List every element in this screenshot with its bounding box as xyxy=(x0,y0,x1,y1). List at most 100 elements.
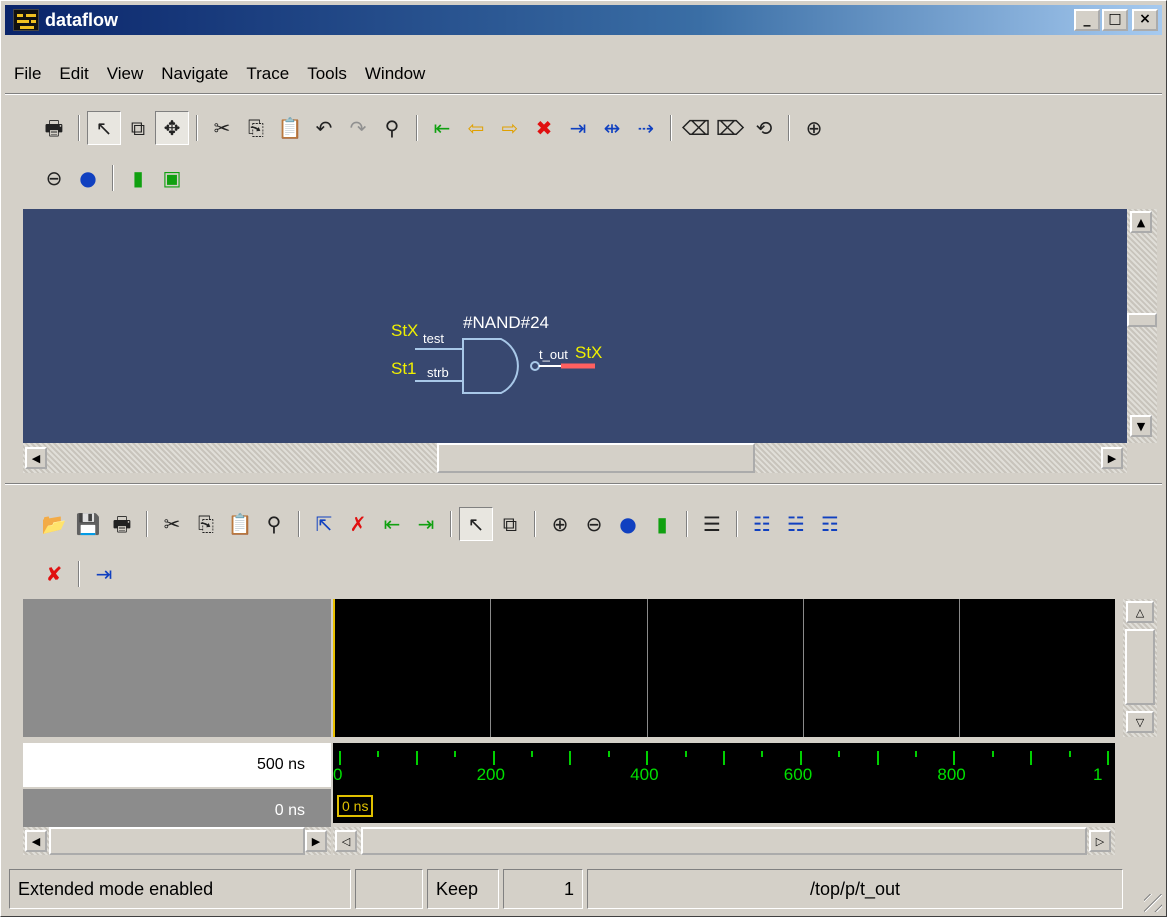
print-icon[interactable]: 🖶 xyxy=(37,111,71,145)
cut-icon[interactable]: ✂ xyxy=(205,111,239,145)
window-title: dataflow xyxy=(45,9,119,30)
erase-selected-icon[interactable]: ⌫ xyxy=(679,111,713,145)
stop-light-icon[interactable]: ▮ xyxy=(121,161,155,195)
cursor-time-tag[interactable]: 0 ns xyxy=(337,795,374,817)
cursor-row[interactable]: 0 ns xyxy=(333,789,1115,823)
wave-scroll-up-icon[interactable]: △ xyxy=(1126,601,1154,623)
menu-navigate[interactable]: Navigate xyxy=(152,64,237,84)
ruler-tick xyxy=(377,751,380,757)
time-ruler[interactable]: 0 200 400 600 800 1 xyxy=(333,743,1115,789)
ruler-label: 800 xyxy=(937,765,966,784)
wave-horizontal-scrollbar[interactable]: ◁ ▷ xyxy=(333,827,1115,855)
save-icon[interactable]: 💾 xyxy=(71,507,105,541)
names-hscroll-thumb[interactable] xyxy=(49,827,305,855)
zoom-box-icon[interactable]: ⧉ xyxy=(121,111,155,145)
wave-display-pane[interactable] xyxy=(333,599,1115,737)
wave-scroll-left-icon[interactable]: ◁ xyxy=(335,830,357,852)
wave-zoom-out-icon[interactable]: ⊖ xyxy=(577,507,611,541)
pan-icon[interactable]: ✥ xyxy=(155,111,189,145)
erase-highlight-icon[interactable]: ⌦ xyxy=(713,111,747,145)
output-name: t_out xyxy=(539,347,568,362)
menu-trace[interactable]: Trace xyxy=(237,64,298,84)
menu-file[interactable]: File xyxy=(5,64,50,84)
wave-vscroll-thumb[interactable] xyxy=(1125,629,1155,705)
zoom-cursor-icon[interactable]: ▮ xyxy=(645,507,679,541)
wave-paste-icon[interactable]: 📋 xyxy=(223,507,257,541)
ruler-tick xyxy=(1107,751,1109,765)
title-bar[interactable]: dataflow _ □ × xyxy=(5,5,1162,35)
wave-signal-names-pane[interactable] xyxy=(23,599,331,737)
menu-edit[interactable]: Edit xyxy=(50,64,97,84)
wave-copy-icon[interactable]: ⎘ xyxy=(189,507,223,541)
status-blank xyxy=(355,869,423,909)
ruler-tick xyxy=(991,751,994,757)
previous-transition-icon[interactable]: ⇤ xyxy=(375,507,409,541)
find-last-icon[interactable]: ☶ xyxy=(813,507,847,541)
copy-icon[interactable]: ⎘ xyxy=(239,111,273,145)
menu-tools[interactable]: Tools xyxy=(298,64,356,84)
select-arrow-icon[interactable]: ↖ xyxy=(87,111,121,145)
trace-input-icon[interactable]: ⇤ xyxy=(425,111,459,145)
menu-view[interactable]: View xyxy=(98,64,153,84)
show-wave-icon[interactable]: ▣ xyxy=(155,161,189,195)
wave-cut-icon[interactable]: ✂ xyxy=(155,507,189,541)
zoom-out-icon[interactable]: ⊖ xyxy=(37,161,71,195)
names-scroll-right-icon[interactable]: ▶ xyxy=(305,830,327,852)
dataflow-canvas[interactable]: StX test #NAND#24 St1 strb t_out StX xyxy=(23,209,1127,443)
wave-zoom-in-icon[interactable]: ⊕ xyxy=(543,507,577,541)
find-next-down-icon[interactable]: ☷ xyxy=(745,507,779,541)
find-first-icon[interactable]: ☰ xyxy=(695,507,729,541)
delete-cursor-icon[interactable]: ✗ xyxy=(341,507,375,541)
scroll-left-icon[interactable]: ◀ xyxy=(25,447,47,469)
trace-next-event-icon[interactable]: ⇦ xyxy=(459,111,493,145)
wave-scroll-down-icon[interactable]: ▽ xyxy=(1126,711,1154,733)
names-horizontal-scrollbar[interactable]: ◀ ▶ xyxy=(23,827,331,855)
dataflow-vertical-scrollbar[interactable]: ▲ ▼ xyxy=(1127,209,1157,443)
close-button[interactable]: × xyxy=(1132,9,1158,31)
zoom-full-icon[interactable]: ● xyxy=(71,161,105,195)
dataflow-toolbar-row2: ⊖ ● ▮ ▣ xyxy=(37,161,189,195)
expand-net-output-icon[interactable]: ⇢ xyxy=(629,111,663,145)
insert-cursor-icon[interactable]: ⇱ xyxy=(307,507,341,541)
expand-net-icon[interactable]: ⇥ xyxy=(561,111,595,145)
find-up-icon[interactable]: ☵ xyxy=(779,507,813,541)
next-transition-icon[interactable]: ⇥ xyxy=(409,507,443,541)
wave-select-arrow-icon[interactable]: ↖ xyxy=(459,507,493,541)
clear-bookmark-icon[interactable]: ✘ xyxy=(37,557,71,591)
scroll-down-icon[interactable]: ▼ xyxy=(1130,415,1152,437)
now-time-label: 500 ns xyxy=(23,743,331,787)
zoom-in-icon[interactable]: ⊕ xyxy=(797,111,831,145)
redo-icon[interactable]: ↷ xyxy=(341,111,375,145)
menu-window[interactable]: Window xyxy=(356,64,434,84)
wave-find-icon[interactable]: ⚲ xyxy=(257,507,291,541)
menu-bar: File Edit View Navigate Trace Tools Wind… xyxy=(5,59,434,89)
nand-gate-diagram[interactable] xyxy=(23,209,1127,443)
wave-zoom-full-icon[interactable]: ● xyxy=(611,507,645,541)
undo-icon[interactable]: ↶ xyxy=(307,111,341,145)
wave-scroll-right-icon[interactable]: ▷ xyxy=(1089,830,1111,852)
show-drivers-icon[interactable]: ⇥ xyxy=(87,557,121,591)
wave-toolbar: 📂 💾 🖶 ✂ ⎘ 📋 ⚲ ⇱ ✗ ⇤ ⇥ ↖ ⧉ ⊕ ⊖ ● ▮ ☰ ☷ ☵ … xyxy=(37,507,847,541)
names-scroll-left-icon[interactable]: ◀ xyxy=(25,830,47,852)
scroll-right-icon[interactable]: ▶ xyxy=(1101,447,1123,469)
dataflow-hscroll-thumb[interactable] xyxy=(437,443,755,473)
scroll-up-icon[interactable]: ▲ xyxy=(1130,211,1152,233)
trace-event-set-icon[interactable]: ⇨ xyxy=(493,111,527,145)
resize-grip-icon[interactable] xyxy=(1144,894,1162,912)
maximize-button[interactable]: □ xyxy=(1102,9,1128,31)
regenerate-icon[interactable]: ⟲ xyxy=(747,111,781,145)
paste-icon[interactable]: 📋 xyxy=(273,111,307,145)
wave-hscroll-thumb[interactable] xyxy=(361,827,1087,855)
dataflow-vscroll-thumb[interactable] xyxy=(1127,313,1157,327)
wave-zoom-box-icon[interactable]: ⧉ xyxy=(493,507,527,541)
find-binoculars-icon[interactable]: ⚲ xyxy=(375,111,409,145)
open-folder-icon[interactable]: 📂 xyxy=(37,507,71,541)
wave-vertical-scrollbar[interactable]: △ ▽ xyxy=(1123,599,1157,737)
ruler-label: 200 xyxy=(476,765,505,784)
wave-cursor-line[interactable] xyxy=(333,599,335,737)
minimize-button[interactable]: _ xyxy=(1074,9,1100,31)
wave-print-icon[interactable]: 🖶 xyxy=(105,507,139,541)
trace-unknown-icon[interactable]: ✖ xyxy=(527,111,561,145)
dataflow-horizontal-scrollbar[interactable]: ◀ ▶ xyxy=(23,443,1127,473)
expand-net-both-icon[interactable]: ⇹ xyxy=(595,111,629,145)
